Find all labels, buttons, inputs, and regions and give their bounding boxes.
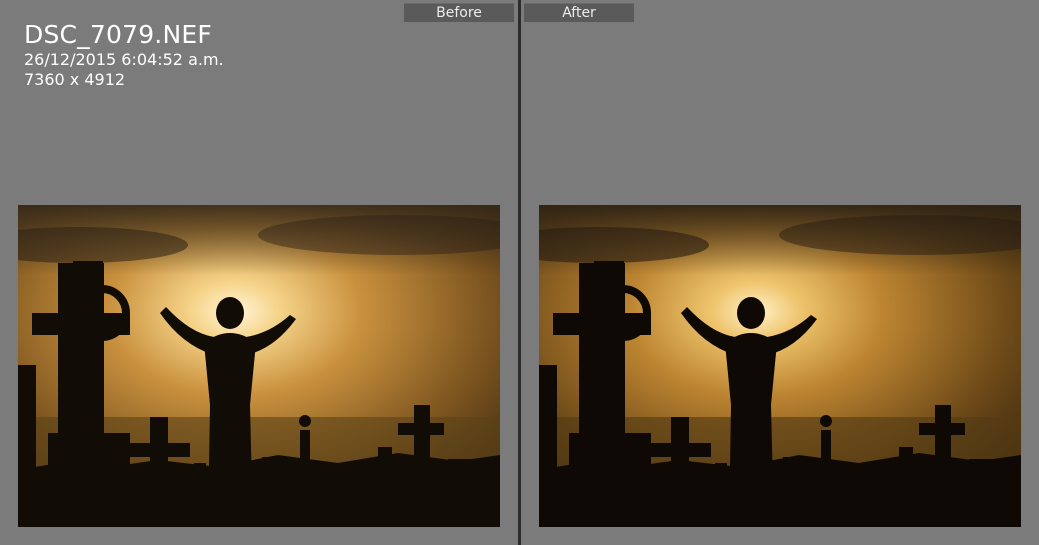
after-photo-image	[539, 205, 1021, 527]
image-datetime: 26/12/2015 6:04:52 a.m.	[24, 50, 224, 69]
before-pane[interactable]: Before DSC_7079.NEF 26/12/2015 6:04:52 a…	[0, 0, 518, 545]
before-photo[interactable]	[18, 205, 500, 527]
before-photo-image	[18, 205, 500, 527]
after-photo[interactable]	[539, 205, 1021, 527]
before-label: Before	[404, 3, 514, 22]
image-info-overlay: DSC_7079.NEF 26/12/2015 6:04:52 a.m. 736…	[24, 20, 224, 90]
after-pane[interactable]: After	[521, 0, 1039, 545]
before-after-compare-view: Before DSC_7079.NEF 26/12/2015 6:04:52 a…	[0, 0, 1039, 545]
image-filename: DSC_7079.NEF	[24, 20, 212, 49]
image-dimensions: 7360 x 4912	[24, 70, 126, 89]
after-label: After	[524, 3, 634, 22]
